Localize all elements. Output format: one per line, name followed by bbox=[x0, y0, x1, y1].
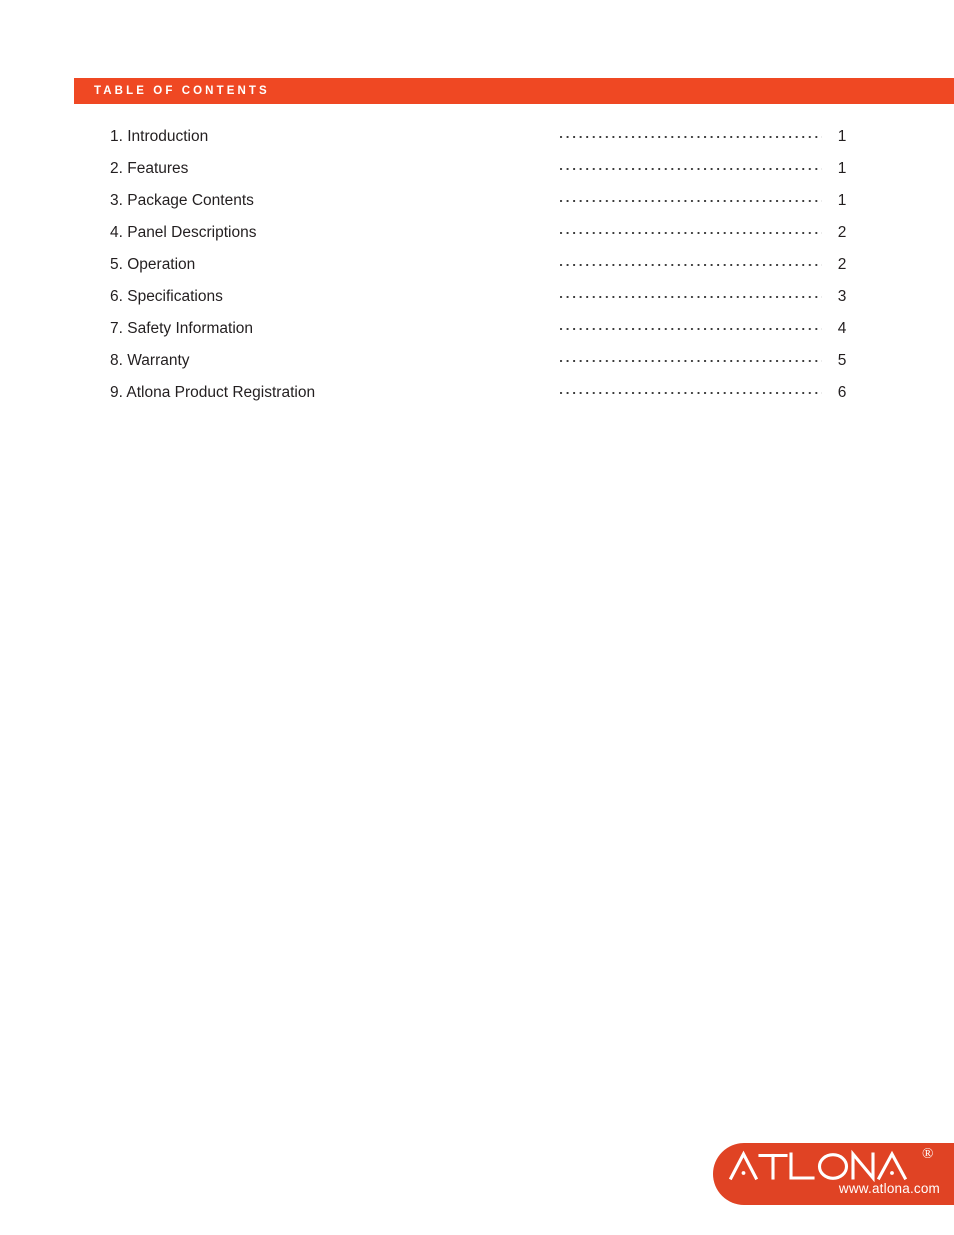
toc-entry-page-number: 2 bbox=[837, 224, 847, 241]
toc-entry-page-number: 4 bbox=[837, 320, 847, 337]
toc-entry[interactable]: 2. Features 1 bbox=[110, 158, 870, 190]
toc-entry-page-number: 1 bbox=[837, 160, 847, 177]
toc-entry-page-number: 6 bbox=[837, 384, 847, 401]
dot-leader-icon bbox=[560, 350, 822, 365]
dot-leader-icon bbox=[560, 190, 822, 205]
dot-leader-icon bbox=[560, 318, 822, 333]
section-header-bar: TABLE OF CONTENTS bbox=[74, 78, 954, 104]
dot-leader-icon bbox=[560, 126, 822, 141]
dot-leader-icon bbox=[560, 286, 822, 301]
toc-entry-label: 7. Safety Information bbox=[110, 320, 254, 337]
toc-entry[interactable]: 4. Panel Descriptions 2 bbox=[110, 222, 870, 254]
toc-entry[interactable]: 8. Warranty 5 bbox=[110, 350, 870, 382]
toc-entry[interactable]: 9. Atlona Product Registration 6 bbox=[110, 382, 870, 414]
toc-entry-page-number: 1 bbox=[837, 192, 847, 209]
toc-entry-page-number: 1 bbox=[837, 128, 847, 145]
toc-entry-page-number: 5 bbox=[837, 352, 847, 369]
toc-entry-label: 3. Package Contents bbox=[110, 192, 254, 209]
toc-entry-label: 8. Warranty bbox=[110, 352, 190, 369]
toc-entry-label: 6. Specifications bbox=[110, 288, 223, 305]
page-title: TABLE OF CONTENTS bbox=[94, 85, 270, 97]
registered-trademark-icon: ® bbox=[922, 1146, 934, 1162]
toc-entry-page-number: 3 bbox=[837, 288, 847, 305]
table-of-contents-list: 1. Introduction 1 2. Features 1 3. Packa… bbox=[110, 126, 870, 414]
toc-entry-page-number: 2 bbox=[837, 256, 847, 273]
toc-entry-label: 5. Operation bbox=[110, 256, 196, 273]
toc-entry[interactable]: 5. Operation 2 bbox=[110, 254, 870, 286]
toc-entry[interactable]: 7. Safety Information 4 bbox=[110, 318, 870, 350]
toc-entry[interactable]: 6. Specifications 3 bbox=[110, 286, 870, 318]
dot-leader-icon bbox=[560, 222, 822, 237]
toc-entry-label: 2. Features bbox=[110, 160, 189, 177]
atlona-logo-badge[interactable]: ® www.atlona.com bbox=[713, 1143, 954, 1205]
toc-entry-label: 9. Atlona Product Registration bbox=[110, 384, 316, 401]
dot-leader-icon bbox=[560, 382, 822, 397]
toc-entry-label: 1. Introduction bbox=[110, 128, 209, 145]
dot-leader-icon bbox=[560, 158, 822, 173]
toc-entry-label: 4. Panel Descriptions bbox=[110, 224, 257, 241]
toc-entry[interactable]: 3. Package Contents 1 bbox=[110, 190, 870, 222]
atlona-website-url[interactable]: www.atlona.com bbox=[839, 1181, 940, 1196]
atlona-wordmark-icon bbox=[729, 1149, 908, 1182]
toc-entry[interactable]: 1. Introduction 1 bbox=[110, 126, 870, 158]
dot-leader-icon bbox=[560, 254, 822, 269]
